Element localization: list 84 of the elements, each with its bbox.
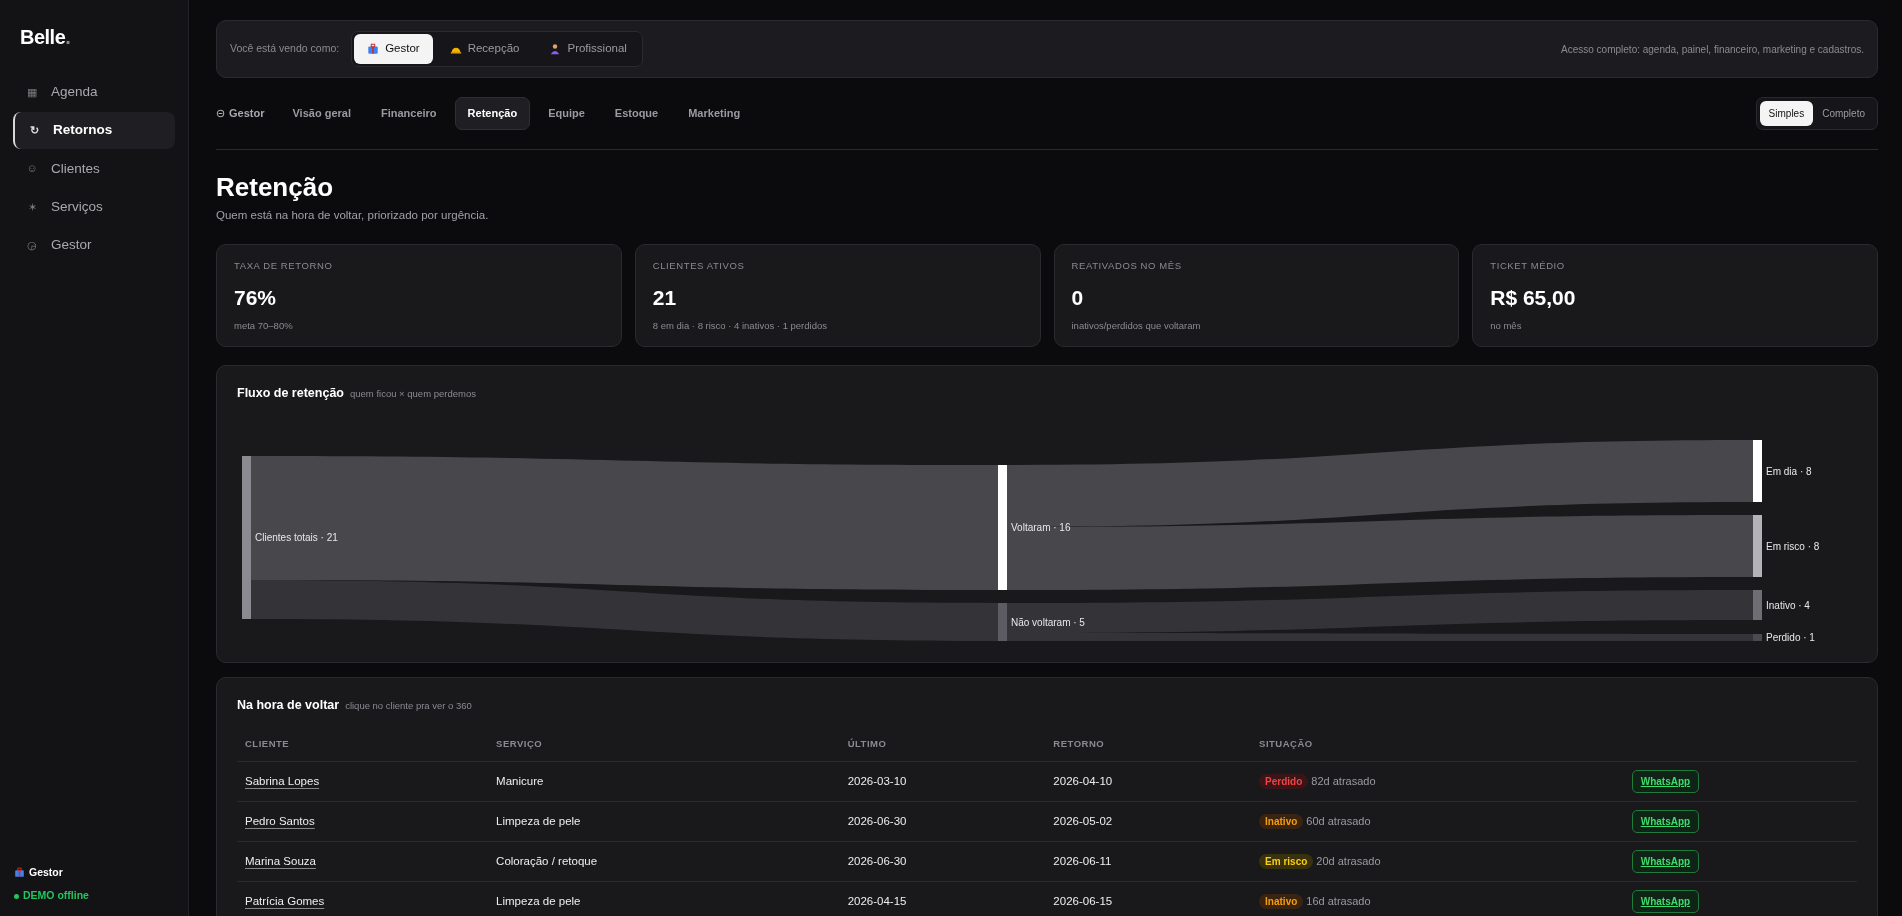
view-mode-toggle[interactable]: Simples [1759, 101, 1814, 126]
flow-node-label: Em risco · 8 [1766, 540, 1820, 552]
role-tab[interactable]: Gestor [354, 34, 433, 64]
delay-text: 16d atrasado [1306, 895, 1371, 908]
table-cell: 2026-05-02 [1045, 801, 1252, 842]
status-pill: Inativo [1259, 894, 1304, 910]
whatsapp-button[interactable]: WhatsApp [1631, 850, 1700, 874]
client-link[interactable]: Marina Souza [245, 855, 316, 868]
column-header: SITUAÇÃO [1251, 729, 1624, 762]
stat-label: TICKET MÉDIO [1490, 259, 1566, 274]
stat-note: 8 em dia · 8 risco · 4 inativos · 1 perdidos [652, 319, 828, 334]
table-cell: Coloração / retoque [488, 841, 840, 882]
panel-subtitle: quem ficou × quem perdemos [350, 387, 476, 402]
table-cell: 2026-06-15 [1045, 881, 1252, 916]
status-pill: Inativo [1259, 814, 1304, 830]
column-header: SERVIÇO [488, 729, 840, 762]
role-label: Você está vendo como: [230, 41, 340, 57]
status-text: DEMO offline [23, 888, 89, 904]
sidebar-item[interactable]: ✶ Serviços [13, 188, 175, 225]
sidebar-item[interactable]: ◶ Gestor [13, 227, 175, 264]
whatsapp-button[interactable]: WhatsApp [1631, 810, 1700, 834]
briefcase-icon [367, 43, 380, 55]
stat-label: TAXA DE RETORNO [234, 259, 334, 274]
page-subtitle: Quem está na hora de voltar, priorizado por urgência. [216, 208, 490, 224]
table-cell: 2026-06-30 [839, 801, 1046, 842]
flow-node-label: Clientes totais · 21 [255, 532, 338, 544]
stat-note: no mês [1490, 319, 1523, 334]
client-link[interactable]: Patrícia Gomes [245, 895, 325, 908]
flow-node-label: Inativo · 4 [1766, 599, 1810, 611]
status-pill: Perdido [1259, 774, 1309, 790]
whatsapp-button[interactable]: WhatsApp [1631, 770, 1700, 794]
stat-note: inativos/perdidos que voltaram [1071, 319, 1202, 334]
flow-node-label: Não voltaram · 5 [1011, 616, 1085, 628]
client-link[interactable]: Pedro Santos [245, 815, 315, 828]
table-cell: 2026-03-10 [839, 761, 1046, 802]
app-logo: Belle. [20, 25, 72, 50]
table-cell: 2026-04-10 [1045, 761, 1252, 802]
delay-text: 82d atrasado [1311, 775, 1376, 788]
panel-title: Na hora de voltar [237, 697, 340, 715]
role-description: Acesso completo: agenda, painel, financeiro, marketing e cadastros. [1561, 42, 1864, 57]
tab[interactable]: Financeiro [368, 98, 449, 129]
person-icon [549, 43, 562, 55]
role-tab[interactable]: Recepção [436, 34, 533, 64]
section-label: Gestor [229, 106, 265, 122]
tab[interactable]: Marketing [676, 98, 753, 129]
stat-label: CLIENTES ATIVOS [652, 259, 746, 274]
panel-title: Fluxo de retenção [237, 385, 344, 403]
tab[interactable]: Retenção [454, 97, 531, 130]
page-title: Retenção [216, 172, 335, 204]
table-cell: 2026-06-30 [839, 841, 1046, 882]
role-tab[interactable]: Profissional [536, 34, 640, 64]
table-cell: Manicure [488, 761, 840, 802]
sidebar-item[interactable]: ↻ Retornos [13, 112, 175, 149]
stat-value: 21 [652, 284, 678, 311]
tab[interactable]: Equipe [536, 98, 597, 129]
user-role: Gestor [29, 864, 63, 880]
briefcase-icon [14, 866, 25, 878]
tab[interactable]: Visão geral [280, 98, 363, 129]
table-cell: Limpeza de pele [488, 881, 840, 916]
stat-value: 76% [234, 284, 278, 311]
circle-icon [216, 109, 225, 118]
column-header: CLIENTE [237, 729, 489, 762]
stat-label: REATIVADOS NO MÊS [1071, 259, 1183, 274]
column-header: RETORNO [1045, 729, 1252, 762]
client-link[interactable]: Sabrina Lopes [245, 775, 320, 788]
flow-node-label: Voltaram · 16 [1011, 522, 1071, 534]
tab[interactable]: Estoque [602, 98, 671, 129]
whatsapp-button[interactable]: WhatsApp [1631, 890, 1700, 914]
sidebar-item[interactable]: ☺ Clientes [13, 150, 175, 187]
status-pill: Em risco [1259, 854, 1314, 870]
sidebar-item[interactable]: ▦ Agenda [13, 74, 175, 111]
table-cell: Limpeza de pele [488, 801, 840, 842]
stat-note: meta 70–80% [234, 319, 294, 334]
table-cell: 2026-06-11 [1045, 841, 1252, 882]
view-mode-toggle[interactable]: Completo [1813, 101, 1874, 126]
column-header: ÚLTIMO [839, 729, 1046, 762]
stat-value: R$ 65,00 [1490, 284, 1577, 311]
stat-value: 0 [1071, 284, 1085, 311]
delay-text: 60d atrasado [1306, 815, 1371, 828]
delay-text: 20d atrasado [1316, 855, 1381, 868]
panel-subtitle: clique no cliente pra ver o 360 [345, 699, 472, 714]
table-cell: 2026-04-15 [839, 881, 1046, 916]
flow-node-label: Em dia · 8 [1766, 465, 1812, 477]
flow-node-label: Perdido · 1 [1766, 632, 1815, 644]
